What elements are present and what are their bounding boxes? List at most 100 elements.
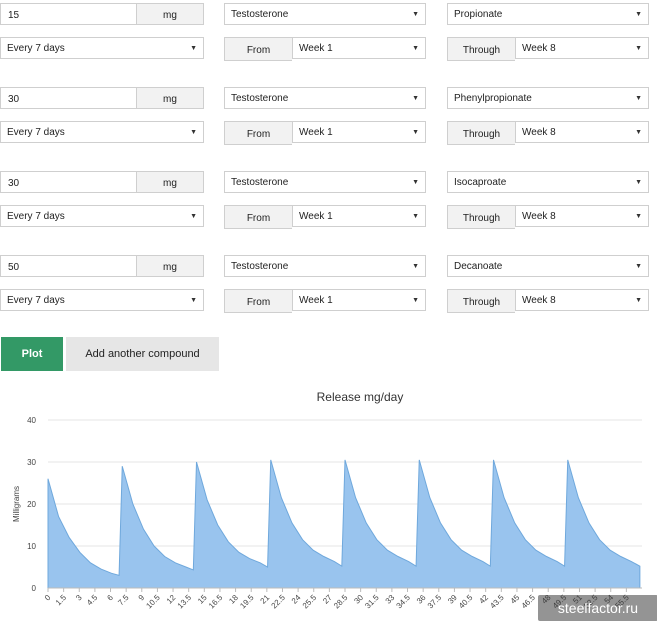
y-axis-label: Milligrams (12, 486, 21, 522)
through-week-value: Week 8 (522, 211, 556, 222)
ester-select-value: Isocaproate (454, 177, 507, 188)
dropdown-caret-icon: ▼ (412, 129, 419, 136)
x-tick-label: 28.5 (332, 593, 350, 611)
ester-select-value: Decanoate (454, 261, 503, 272)
through-label: Through (447, 121, 515, 145)
x-tick-label: 25.5 (301, 593, 319, 611)
dropdown-caret-icon: ▼ (635, 297, 642, 304)
y-tick-label: 20 (27, 500, 36, 509)
dose-input[interactable]: 50 (0, 255, 137, 277)
frequency-select[interactable]: Every 7 days ▼ (0, 121, 204, 143)
frequency-select-value: Every 7 days (7, 295, 65, 306)
ester-select[interactable]: Propionate ▼ (447, 3, 649, 25)
dropdown-caret-icon: ▼ (635, 179, 642, 186)
ester-select[interactable]: Isocaproate ▼ (447, 171, 649, 193)
from-label: From (224, 37, 292, 61)
dropdown-caret-icon: ▼ (190, 129, 197, 136)
dropdown-caret-icon: ▼ (635, 11, 642, 18)
x-tick-label: 40.5 (457, 593, 475, 611)
through-week-select[interactable]: Week 8 ▼ (515, 289, 649, 311)
drug-select-value: Testosterone (231, 93, 289, 104)
ester-select-value: Phenylpropionate (454, 93, 532, 104)
x-tick-label: 1.5 (54, 593, 69, 608)
frequency-select[interactable]: Every 7 days ▼ (0, 37, 204, 59)
compound-row-top: 30 mg Testosterone ▼ Isocaproate ▼ (0, 171, 657, 195)
from-week-select[interactable]: Week 1 ▼ (292, 205, 426, 227)
x-tick-label: 6 (105, 593, 115, 603)
dose-input[interactable]: 30 (0, 171, 137, 193)
drug-select[interactable]: Testosterone ▼ (224, 255, 426, 277)
x-tick-label: 7.5 (116, 593, 131, 608)
frequency-select[interactable]: Every 7 days ▼ (0, 205, 204, 227)
x-tick-label: 10.5 (144, 593, 162, 611)
dropdown-caret-icon: ▼ (190, 297, 197, 304)
x-tick-label: 0 (43, 593, 53, 603)
drug-select-value: Testosterone (231, 261, 289, 272)
from-label: From (224, 121, 292, 145)
drug-select[interactable]: Testosterone ▼ (224, 171, 426, 193)
dropdown-caret-icon: ▼ (412, 179, 419, 186)
from-week-value: Week 1 (299, 43, 333, 54)
dose-input[interactable]: 15 (0, 3, 137, 25)
add-compound-button[interactable]: Add another compound (66, 337, 219, 371)
compound-row-bottom: Every 7 days ▼ From Week 1 ▼ Through Wee… (0, 121, 657, 145)
ester-select[interactable]: Phenylpropionate ▼ (447, 87, 649, 109)
x-tick-label: 16.5 (207, 593, 225, 611)
from-week-select[interactable]: Week 1 ▼ (292, 289, 426, 311)
through-week-value: Week 8 (522, 295, 556, 306)
x-tick-label: 43.5 (488, 593, 506, 611)
compound-row-bottom: Every 7 days ▼ From Week 1 ▼ Through Wee… (0, 289, 657, 313)
ester-select[interactable]: Decanoate ▼ (447, 255, 649, 277)
x-tick-label: 31.5 (363, 593, 381, 611)
ester-select-value: Propionate (454, 9, 503, 20)
from-week-select[interactable]: Week 1 ▼ (292, 37, 426, 59)
through-label: Through (447, 289, 515, 313)
from-label: From (224, 205, 292, 229)
frequency-select-value: Every 7 days (7, 211, 65, 222)
dose-input[interactable]: 30 (0, 87, 137, 109)
frequency-select[interactable]: Every 7 days ▼ (0, 289, 204, 311)
dropdown-caret-icon: ▼ (190, 45, 197, 52)
from-week-value: Week 1 (299, 127, 333, 138)
drug-select[interactable]: Testosterone ▼ (224, 3, 426, 25)
compound-row-bottom: Every 7 days ▼ From Week 1 ▼ Through Wee… (0, 205, 657, 229)
x-tick-label: 19.5 (238, 593, 256, 611)
x-tick-label: 4.5 (85, 593, 100, 608)
dose-unit: mg (137, 171, 204, 193)
from-week-select[interactable]: Week 1 ▼ (292, 121, 426, 143)
through-label: Through (447, 205, 515, 229)
through-label: Through (447, 37, 515, 61)
y-tick-label: 40 (27, 416, 36, 425)
dropdown-caret-icon: ▼ (412, 45, 419, 52)
dose-unit: mg (137, 87, 204, 109)
dropdown-caret-icon: ▼ (412, 263, 419, 270)
dropdown-caret-icon: ▼ (412, 213, 419, 220)
chart-title: Release mg/day (317, 390, 404, 404)
dropdown-caret-icon: ▼ (412, 297, 419, 304)
x-tick-label: 3 (74, 593, 84, 603)
x-tick-label: 22.5 (270, 593, 288, 611)
release-chart: Release mg/day010203040Milligrams0 1.5 3 4.… (12, 390, 642, 611)
dropdown-caret-icon: ▼ (412, 11, 419, 18)
release-area-series (47, 459, 641, 589)
x-tick-label: 34.5 (395, 593, 413, 611)
drug-select-value: Testosterone (231, 177, 289, 188)
dropdown-caret-icon: ▼ (635, 95, 642, 102)
plot-button[interactable]: Plot (1, 337, 63, 371)
drug-select-value: Testosterone (231, 9, 289, 20)
through-week-select[interactable]: Week 8 ▼ (515, 205, 649, 227)
dropdown-caret-icon: ▼ (635, 263, 642, 270)
dropdown-caret-icon: ▼ (412, 95, 419, 102)
dropdown-caret-icon: ▼ (635, 45, 642, 52)
frequency-select-value: Every 7 days (7, 127, 65, 138)
y-tick-label: 30 (27, 458, 36, 467)
through-week-value: Week 8 (522, 127, 556, 138)
drug-select[interactable]: Testosterone ▼ (224, 87, 426, 109)
dropdown-caret-icon: ▼ (635, 129, 642, 136)
dose-unit: mg (137, 3, 204, 25)
frequency-select-value: Every 7 days (7, 43, 65, 54)
dropdown-caret-icon: ▼ (190, 213, 197, 220)
y-tick-label: 10 (27, 542, 36, 551)
through-week-select[interactable]: Week 8 ▼ (515, 121, 649, 143)
through-week-select[interactable]: Week 8 ▼ (515, 37, 649, 59)
